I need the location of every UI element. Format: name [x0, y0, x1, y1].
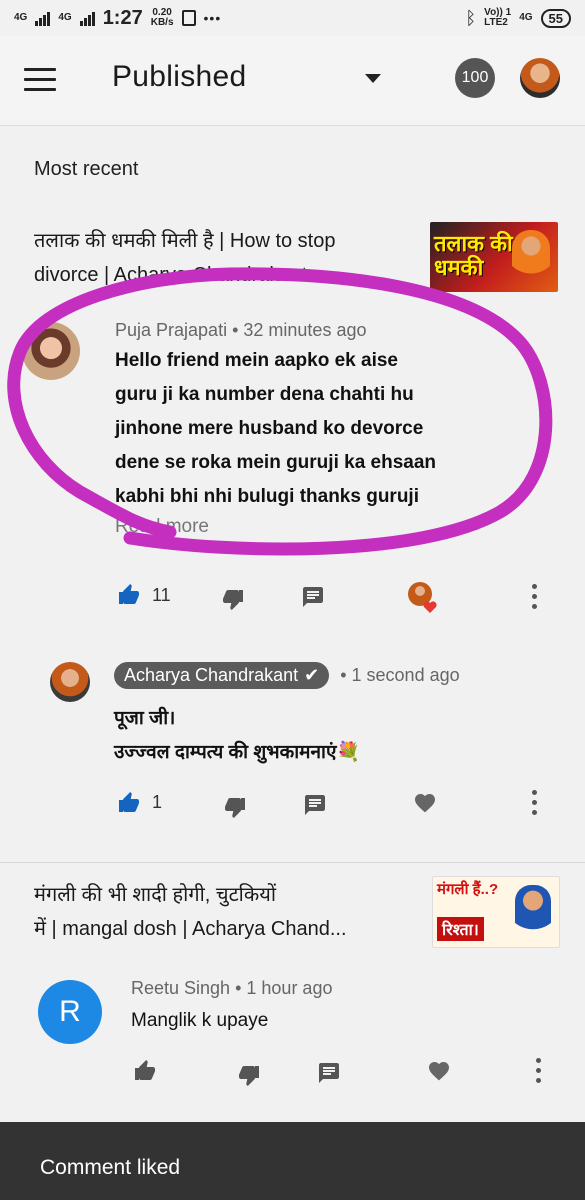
signal-icon-2 [79, 10, 95, 26]
video-title-line-2: divorce | Acharya Chandrakant [34, 264, 308, 286]
thumbnail-person [515, 885, 551, 937]
comment-time: • 1 second ago [340, 665, 460, 685]
app-bar: Published 100 [0, 36, 585, 126]
creator-heart-icon[interactable] [406, 580, 440, 614]
comment-author: Acharya Chandrakant [124, 665, 299, 685]
comment-body: Hello friend mein aapko ek aise guru ji … [115, 344, 555, 514]
account-avatar[interactable] [520, 58, 560, 98]
comment-time: • 32 minutes ago [232, 320, 367, 340]
sim-icon [181, 10, 196, 26]
speed-unit: KB/s [150, 17, 174, 28]
dislike-icon[interactable] [236, 1062, 262, 1088]
like-icon[interactable] [116, 790, 142, 816]
video-thumbnail[interactable]: तलाक की धमकी [430, 222, 558, 292]
video-title-line-2: में | mangal dosh | Acharya Chand... [34, 918, 347, 940]
status-bar: 4G 4G 1:27 0.20 KB/s ••• ᛒ Vo)) 1 LTE2 4… [0, 0, 585, 36]
menu-icon[interactable] [24, 68, 56, 92]
comment-author[interactable]: Reetu Singh [131, 978, 230, 998]
section-label: Most recent [34, 158, 139, 180]
status-right: ᛒ Vo)) 1 LTE2 4G 55 [465, 8, 571, 29]
network-label-3: 4G [519, 12, 533, 23]
comment-line: पूजा जी। [114, 708, 176, 729]
comment-line: jinhone mere husband ko devorce [115, 418, 424, 439]
comment-body: पूजा जी। उज्ज्वल दाम्पत्य की शुभकामनाएं💐 [114, 702, 554, 770]
like-icon[interactable] [132, 1058, 158, 1084]
verified-check-icon: ✔ [304, 665, 320, 685]
reply-icon[interactable] [316, 1060, 342, 1086]
video-title[interactable]: तलाक की धमकी मिली है | How to stop divor… [34, 224, 424, 292]
signal-icon [35, 10, 51, 26]
avatar[interactable] [22, 322, 80, 380]
notification-count-badge[interactable]: 100 [455, 58, 495, 98]
comment-line: dene se roka mein guruji ka ehsaan [115, 452, 437, 473]
comment-meta: Acharya Chandrakant ✔ • 1 second ago [114, 662, 460, 689]
like-count: 1 [152, 792, 163, 812]
page-title[interactable]: Published [112, 60, 246, 94]
more-options-icon[interactable] [536, 1058, 542, 1084]
comment-line: kabhi bhi nhi bulugi thanks guruji [115, 486, 419, 507]
video-title-line-1: मंगली की भी शादी होगी, चुटकियों [34, 884, 276, 906]
avatar[interactable]: R [38, 980, 102, 1044]
divider [0, 862, 585, 863]
comment-line: उज्ज्वल दाम्पत्य की शुभकामनाएं💐 [114, 742, 361, 763]
dropdown-caret-icon[interactable] [365, 74, 381, 83]
thumbnail-text: मंगली हैं..? [437, 881, 499, 898]
heart-icon[interactable] [426, 1058, 452, 1084]
heart-icon[interactable] [412, 790, 438, 816]
more-options-icon[interactable] [532, 584, 538, 610]
thumbnail-person [512, 230, 550, 280]
snackbar-message: Comment liked [40, 1156, 181, 1179]
video-title-line-1: तलाक की धमकी मिली है | How to stop [34, 230, 336, 252]
comment-line: guru ji ka number dena chahti hu [115, 384, 414, 405]
comment-meta: Reetu Singh • 1 hour ago [131, 978, 332, 999]
dislike-icon[interactable] [220, 586, 246, 612]
volte-label: Vo)) 1 LTE2 [484, 7, 512, 28]
comment-meta: Puja Prajapati • 32 minutes ago [115, 320, 366, 341]
comment-author[interactable]: Puja Prajapati [115, 320, 227, 340]
reply-icon[interactable] [300, 584, 326, 610]
bluetooth-icon: ᛒ [465, 7, 477, 28]
network-label-2: 4G [58, 12, 72, 23]
channel-owner-chip[interactable]: Acharya Chandrakant ✔ [114, 662, 330, 689]
reply-icon[interactable] [302, 792, 328, 818]
like-count: 11 [152, 585, 171, 605]
comment-time: • 1 hour ago [235, 978, 333, 998]
status-left: 4G 4G 1:27 0.20 KB/s ••• [14, 7, 221, 30]
thumbnail-caption: रिश्ता। [437, 917, 484, 941]
more-notifications: ••• [203, 10, 222, 26]
comment-body: Manglik k upaye [131, 1010, 269, 1031]
video-thumbnail[interactable]: मंगली हैं..? रिश्ता। [432, 876, 560, 948]
like-icon[interactable] [116, 582, 142, 608]
read-more-link[interactable]: Read more [115, 516, 209, 538]
avatar[interactable] [50, 662, 90, 702]
video-title[interactable]: मंगली की भी शादी होगी, चुटकियों में | ma… [34, 878, 424, 946]
snackbar: Comment liked [0, 1122, 585, 1200]
comment-line: Hello friend mein aapko ek aise [115, 350, 398, 371]
dislike-icon[interactable] [222, 794, 248, 820]
battery-indicator: 55 [540, 8, 571, 28]
network-speed: 0.20 KB/s [151, 8, 174, 28]
more-options-icon[interactable] [532, 790, 538, 816]
network-label-1: 4G [14, 12, 28, 23]
clock: 1:27 [102, 6, 143, 29]
